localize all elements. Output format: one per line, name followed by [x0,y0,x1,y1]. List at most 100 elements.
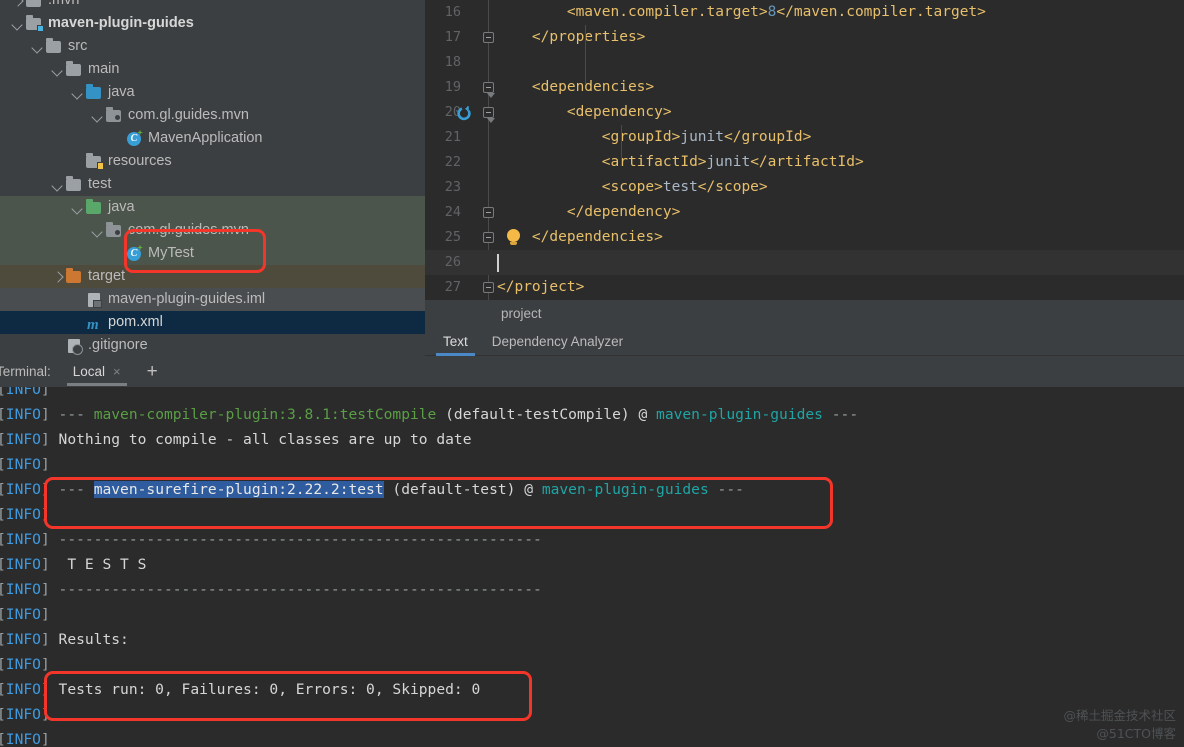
line-number: 24 [444,204,461,220]
terminal-level: INFO [5,581,41,598]
editor-breadcrumb[interactable]: project [425,300,1184,328]
code-fold-icon[interactable] [483,232,494,243]
chevron-down-icon[interactable] [51,63,64,76]
tree-item-src[interactable]: src [0,35,425,58]
indent-guide [621,125,622,165]
chevron-down-icon[interactable] [51,178,64,191]
editor-view-tabs[interactable]: Text Dependency Analyzer [425,328,1184,356]
tree-item-mavenapplication[interactable]: C MavenApplication [0,127,425,150]
code-fold-icon[interactable] [483,32,494,43]
code-fold-icon[interactable] [483,207,494,218]
chevron-down-icon[interactable] [71,201,84,214]
tree-item-maven-plugin-guides[interactable]: maven-plugin-guides [0,12,425,35]
tree-item-com-gl-guides-mvn[interactable]: com.gl.guides.mvn [0,104,425,127]
tree-item-java[interactable]: java [0,196,425,219]
text-caret [497,254,499,272]
code-text: <groupId>junit</groupId> [601,129,812,145]
chevron-down-icon[interactable] [91,224,104,237]
tree-item-mytest[interactable]: C MyTest [0,242,425,265]
tree-item-com-gl-guides-mvn[interactable]: com.gl.guides.mvn [0,219,425,242]
code-line-19[interactable]: 19 <dependencies> [425,75,1184,100]
tree-item-java[interactable]: java [0,81,425,104]
code-editor[interactable]: 16 <maven.compiler.target>8</maven.compi… [425,0,1184,300]
maven-pom-icon: m [87,316,99,333]
terminal-line: [INFO] --- maven-surefire-plugin:2.22.2:… [0,477,1184,502]
add-terminal-icon[interactable]: + [147,362,158,381]
code-line-25[interactable]: 25 </dependencies> [425,225,1184,250]
code-fold-icon[interactable] [483,282,494,293]
tree-item-gitignore[interactable]: .gitignore [0,334,425,356]
watermark-line-1: @稀土掘金技术社区 [1063,708,1176,723]
code-text: </dependency> [566,204,681,220]
tree-item-label: target [88,268,126,284]
terminal-output[interactable]: [INFO][INFO] --- maven-compiler-plugin:3… [0,387,1184,747]
watermark: @稀土掘金技术社区 @51CTO博客 [1063,707,1176,743]
tree-item-label: MavenApplication [148,130,263,146]
tree-item-pom-xml[interactable]: m pom.xml [0,311,425,334]
tree-item-mvn[interactable]: .mvn [0,0,425,12]
editor-tab-text[interactable]: Text [436,328,475,356]
code-line-16[interactable]: 16 <maven.compiler.target>8</maven.compi… [425,0,1184,25]
code-fold-icon[interactable] [483,82,495,98]
terminal-segment: Results: [49,631,129,648]
terminal-line: [INFO] --- maven-compiler-plugin:3.8.1:t… [0,402,1184,427]
chevron-down-icon[interactable] [71,86,84,99]
chevron-right-icon[interactable] [11,0,24,7]
tree-item-label: com.gl.guides.mvn [128,107,249,123]
code-text: <dependency> [566,104,672,120]
code-line-27[interactable]: 27 </project> [425,275,1184,300]
tree-item-test[interactable]: test [0,173,425,196]
chevron-down-icon[interactable] [11,17,24,30]
test-source-folder-icon [85,199,103,216]
folder-icon [45,38,63,55]
line-number: 17 [444,29,461,45]
terminal-line: [INFO] [0,602,1184,627]
tree-item-main[interactable]: main [0,58,425,81]
terminal-level: INFO [5,456,41,473]
terminal-line: [INFO] [0,652,1184,677]
terminal-level: INFO [5,731,41,747]
terminal-line: [INFO] [0,702,1184,727]
module-folder-icon [25,15,44,32]
tree-item-target[interactable]: target [0,265,425,288]
close-icon[interactable]: × [113,364,121,379]
terminal-segment: @ [638,406,657,423]
terminal-segment: Tests run: 0, Failures: 0, Errors: 0, Sk… [49,681,481,698]
terminal-level: INFO [5,406,41,423]
chevron-down-icon[interactable] [91,109,104,122]
terminal-level: INFO [5,556,41,573]
terminal-bracket: ] [40,656,50,673]
terminal-tab-local[interactable]: Local × [66,357,127,387]
tree-item-maven-plugin-guides-iml[interactable]: maven-plugin-guides.iml [0,288,425,311]
tree-item-label: com.gl.guides.mvn [128,222,249,238]
editor-tab-dependency-analyzer[interactable]: Dependency Analyzer [492,328,623,355]
iml-file-icon [85,292,103,308]
maven-reload-icon[interactable] [457,105,473,121]
terminal-level: INFO [5,506,41,523]
folder-icon [25,0,43,9]
code-line-21[interactable]: 21 <groupId>junit</groupId> [425,125,1184,150]
code-line-17[interactable]: 17 </properties> [425,25,1184,50]
code-text: </properties> [531,29,646,45]
code-fold-icon[interactable] [483,107,495,123]
code-line-20[interactable]: 20 <dependency> [425,100,1184,125]
tree-item-resources[interactable]: resources [0,150,425,173]
code-line-24[interactable]: 24 </dependency> [425,200,1184,225]
terminal-line: [INFO] [0,387,1184,402]
code-line-23[interactable]: 23 <scope>test</scope> [425,175,1184,200]
code-line-22[interactable]: 22 <artifactId>junit</artifactId> [425,150,1184,175]
code-text: <dependencies> [531,79,655,95]
terminal-line: [INFO] Nothing to compile - all classes … [0,427,1184,452]
code-line-18[interactable]: 18 [425,50,1184,75]
line-number: 23 [444,179,461,195]
code-line-26[interactable]: 26 [425,250,1184,275]
terminal-toolbar[interactable]: Terminal: Local × + [0,356,1184,387]
terminal-segment: maven-surefire-plugin:2.22.2:test [93,481,384,498]
chevron-right-icon[interactable] [51,270,64,283]
project-tree-panel[interactable]: .mvn maven-plugin-guides src main java com.gl… [0,0,425,356]
terminal-bracket: ] [40,431,50,448]
terminal-line: [INFO] [0,502,1184,527]
terminal-segment: (default-test) [383,481,525,498]
chevron-down-icon[interactable] [31,40,44,53]
